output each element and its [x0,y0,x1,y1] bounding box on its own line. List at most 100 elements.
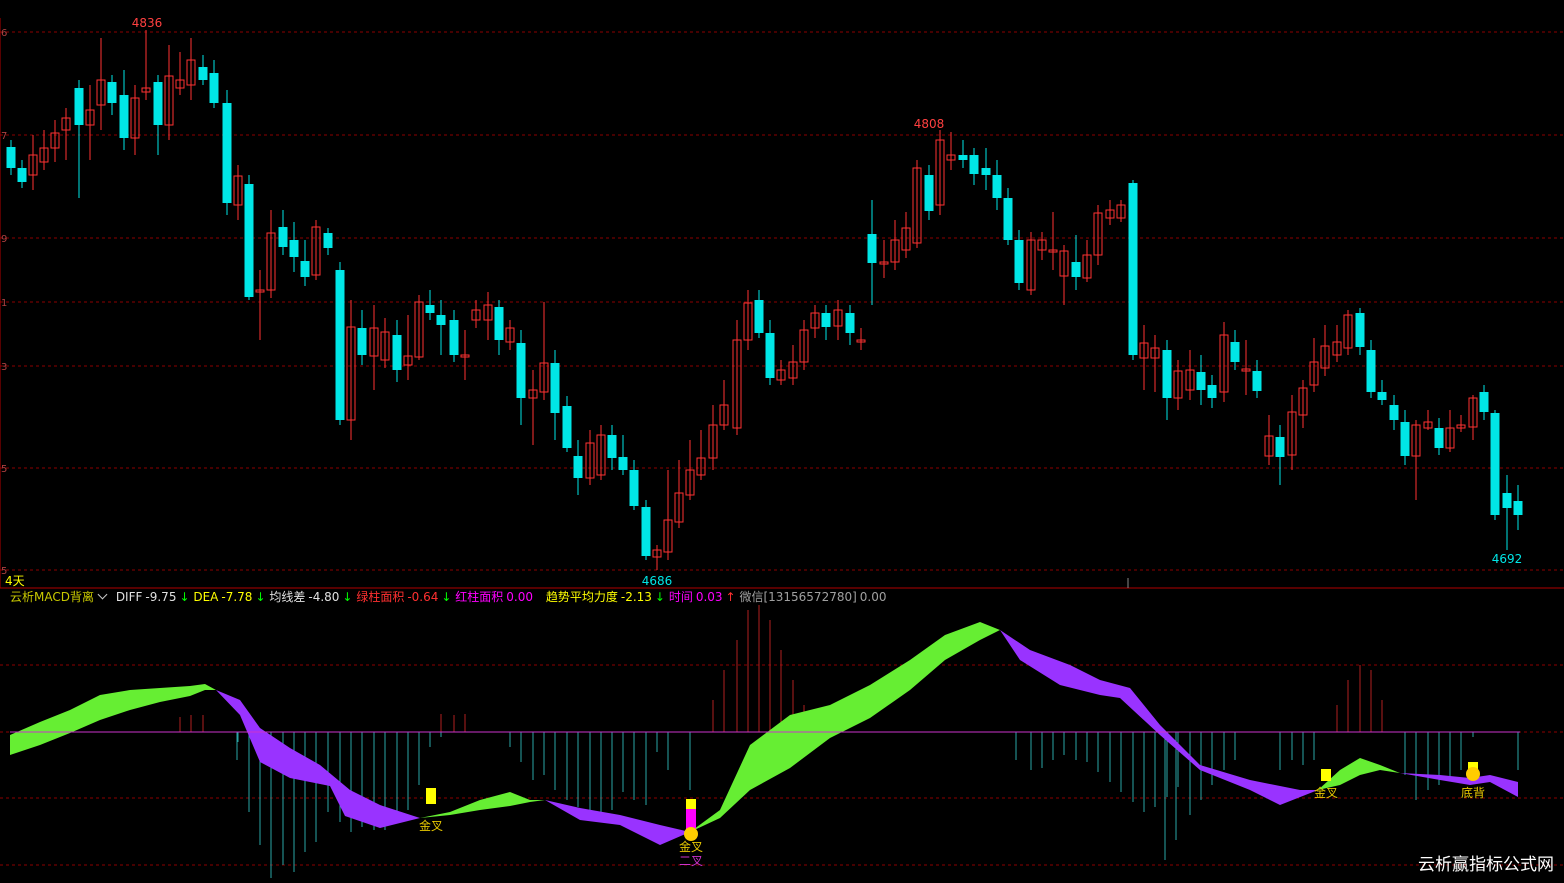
candle-body-down [436,315,446,325]
candle-body-down [821,313,831,327]
candle-body-down [562,406,572,448]
candle-body-down [607,435,617,458]
diff-arrow: ↓ [179,590,190,604]
candle-body-down [958,155,968,160]
candle-body-down [1196,372,1206,390]
jxc-label: 均线差 [269,590,306,604]
candle-body-down [573,456,583,478]
diff-value: -9.75 [145,590,177,604]
indicator-name[interactable]: 云析MACD背离 [10,589,109,604]
price-axis-tick: 7 [1,131,7,142]
signal-second-cross: 二叉 [679,854,703,868]
candle-body-down [924,175,934,211]
jxc-value: -4.80 [308,590,340,604]
candle-body-down [289,240,299,257]
candle-body-down [494,307,504,340]
signal-marker [1321,769,1331,781]
signal-marker [426,788,436,804]
time-value: 0.03 [695,590,723,604]
candle-body-down [17,168,27,182]
candle-body-down [425,305,435,313]
signal-golden-cross-3: 金叉 [1314,785,1338,800]
period-label: 4天 [5,574,25,588]
candle-body-down [1434,428,1444,448]
candle-body-down [1230,342,1240,362]
candle-body-down [1513,501,1523,515]
candle-body-down [1479,392,1489,412]
signal-marker [686,809,696,829]
price-high-label-1: 4836 [132,16,163,30]
price-axis-tick: 3 [1,362,7,373]
diff-dea-purple-band-1 [216,690,420,828]
signal-bottom-divergence: 底背 [1461,785,1485,800]
candle-body-down [845,313,855,333]
trend-arrow: ↓ [654,590,665,604]
diff-dea-green-band-2 [420,792,545,818]
candle-body-down [300,261,310,277]
jxc-arrow: ↓ [342,590,353,604]
candle-body-down [1275,437,1285,457]
price-axis-tick: 5 [1,464,7,475]
candle-body-down [357,328,367,355]
candle-body-down [516,343,526,398]
candle-body-down [74,88,84,125]
signal-golden-cross-1: 金叉 [419,818,443,833]
price-low-label-2: 4692 [1492,552,1523,566]
price-axis-tick: 9 [1,234,7,245]
diff-dea-purple-band-2 [545,800,690,845]
candle-body-down [1355,313,1365,347]
wechat-label: 微信[13156572780] [739,590,857,604]
candle-body-down [618,457,628,470]
dea-label: DEA [193,590,219,604]
diff-label: DIFF [115,590,143,604]
candle-body-down [550,363,560,413]
signal-marker [686,799,696,809]
candle-body-down [222,103,232,203]
candle-body-down [629,470,639,506]
candle-body-down [209,73,219,103]
price-axis-tick: 6 [1,28,7,39]
stock-chart[interactable]: 4836480846864692金叉金叉二叉金叉 底背6791355 [0,0,1564,883]
signal-golden-cross-2: 金叉 [679,839,703,854]
candle-body-down [969,155,979,174]
indicator-info-bar: 云析MACD背离 DIFF -9.75 ↓ DEA -7.78 ↓ 均线差 -4.80 ↓ … [10,589,890,605]
candle-body-down [1502,493,1512,508]
diff-dea-purple-band-3 [1000,630,1318,805]
time-label: 时间 [668,590,693,604]
wechat-value: 0.00 [859,590,887,604]
trend-value: -2.13 [620,590,652,604]
time-arrow: ↑ [725,590,736,604]
candle-body-down [765,333,775,378]
candle-body-down [1389,405,1399,420]
candle-body-down [1252,371,1262,391]
smiley-icon [684,827,698,841]
candle-body-down [754,300,764,333]
candle-body-down [198,67,208,80]
candle-body-down [1128,183,1138,355]
candle-body-down [6,147,16,168]
candle-body-down [1207,385,1217,398]
dea-value: -7.78 [221,590,253,604]
candle-body-down [1366,350,1376,392]
candle-body-down [1490,413,1500,515]
candle-body-down [244,184,254,297]
candle-body-down [867,234,877,263]
candle-body-down [119,95,129,138]
red-area-value: 0.00 [506,590,534,604]
candle-body-down [153,82,163,125]
candle-body-down [1377,392,1387,400]
candle-body-down [1014,240,1024,283]
dea-arrow: ↓ [255,590,266,604]
candle-body-down [392,335,402,370]
green-area-label: 绿柱面积 [356,590,405,604]
price-high-label-2: 4808 [914,117,945,131]
smiley-icon [1466,767,1480,781]
chevron-down-icon[interactable] [97,589,108,600]
candle-body-down [1400,422,1410,456]
candle-body-down [641,507,651,556]
price-axis-tick: 1 [1,298,7,309]
price-low-label-1: 4686 [642,574,673,588]
candle-body-down [335,270,345,420]
candle-body-down [992,175,1002,198]
candle-body-down [278,227,288,247]
